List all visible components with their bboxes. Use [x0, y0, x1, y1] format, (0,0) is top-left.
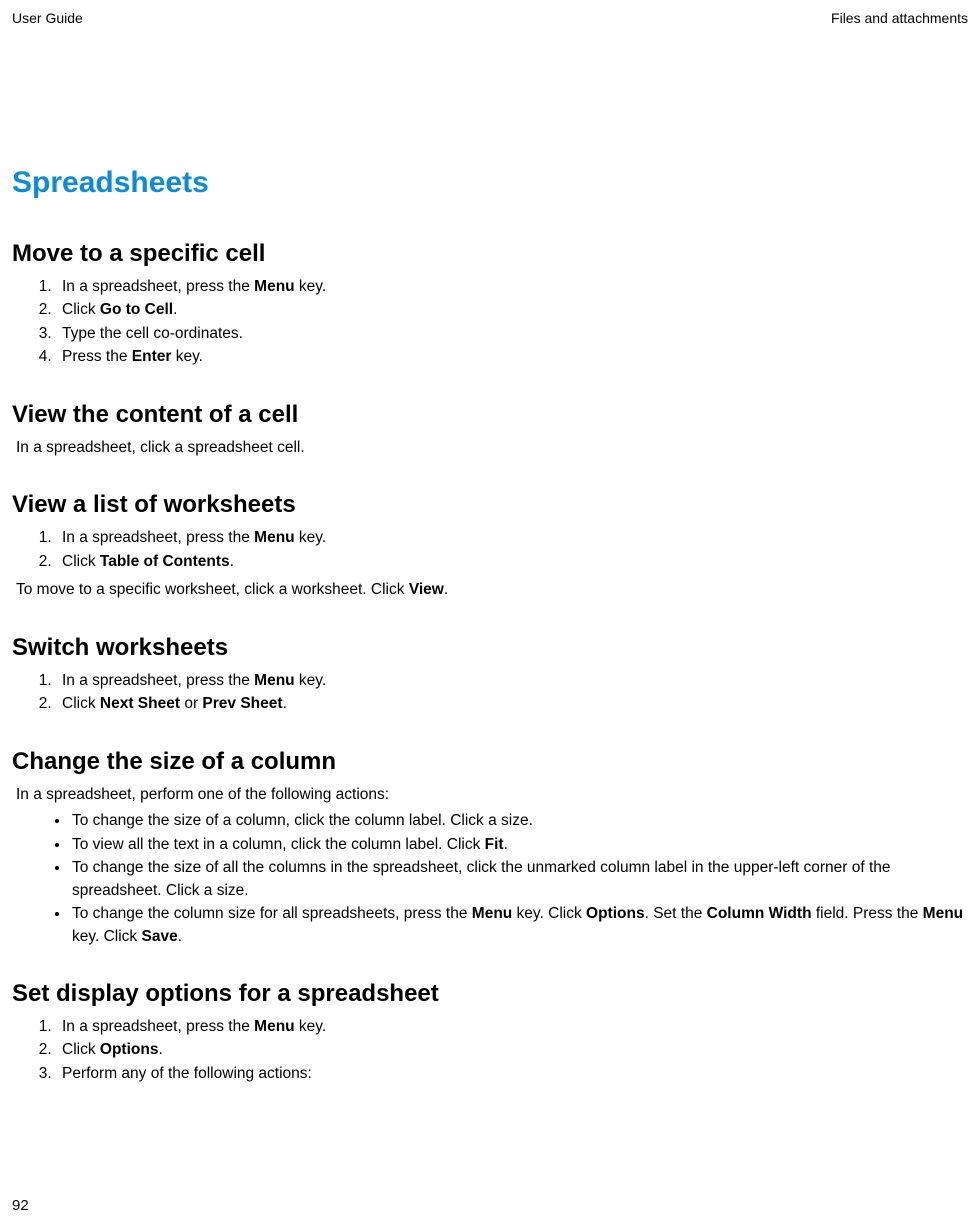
- page-header: User Guide Files and attachments: [0, 10, 974, 26]
- list-item: Click Options.: [56, 1039, 968, 1061]
- list-item: In a spreadsheet, press the Menu key.: [56, 1016, 968, 1038]
- subsection-title: View the content of a cell: [12, 401, 968, 429]
- subsection-title: Move to a specific cell: [12, 240, 968, 268]
- bold-text: Save: [141, 928, 177, 945]
- list-item: Click Table of Contents.: [56, 551, 968, 573]
- list-item: In a spreadsheet, press the Menu key.: [56, 527, 968, 549]
- subsection-title: View a list of worksheets: [12, 491, 968, 519]
- bold-text: Column Width: [707, 905, 812, 922]
- list-item: Perform any of the following actions:: [56, 1063, 968, 1085]
- paragraph: In a spreadsheet, perform one of the fol…: [16, 784, 968, 806]
- bold-text: Menu: [472, 905, 512, 922]
- bold-text: Menu: [254, 278, 294, 295]
- page-content: Spreadsheets Move to a specific cell In a…: [0, 26, 974, 1085]
- header-right: Files and attachments: [831, 10, 968, 26]
- bold-text: Menu: [923, 905, 963, 922]
- bold-text: Options: [100, 1041, 159, 1058]
- list-item: To change the size of all the columns in…: [70, 857, 968, 902]
- bold-text: Prev Sheet: [202, 695, 282, 712]
- bold-text: Next Sheet: [100, 695, 180, 712]
- bold-text: Options: [586, 905, 645, 922]
- ordered-list: In a spreadsheet, press the Menu key.Cli…: [12, 527, 968, 573]
- list-item: In a spreadsheet, press the Menu key.: [56, 670, 968, 692]
- bold-text: Menu: [254, 1018, 294, 1035]
- bold-text: Go to Cell: [100, 301, 173, 318]
- page: User Guide Files and attachments Spreads…: [0, 0, 974, 1228]
- list-item: In a spreadsheet, press the Menu key.: [56, 276, 968, 298]
- bulleted-list: To change the size of a column, click th…: [12, 810, 968, 948]
- page-number: 92: [12, 1197, 29, 1214]
- header-left: User Guide: [12, 10, 83, 26]
- list-item: To change the size of a column, click th…: [70, 810, 968, 832]
- bold-text: Enter: [132, 348, 172, 365]
- bold-text: View: [409, 581, 444, 598]
- bold-text: Menu: [254, 529, 294, 546]
- paragraph: In a spreadsheet, click a spreadsheet ce…: [16, 437, 968, 459]
- ordered-list: In a spreadsheet, press the Menu key.Cli…: [12, 1016, 968, 1085]
- paragraph: To move to a specific worksheet, click a…: [16, 579, 968, 601]
- ordered-list: In a spreadsheet, press the Menu key.Cli…: [12, 670, 968, 716]
- ordered-list: In a spreadsheet, press the Menu key.Cli…: [12, 276, 968, 369]
- list-item: Click Go to Cell.: [56, 299, 968, 321]
- page-title: Spreadsheets: [12, 166, 968, 200]
- subsection-title: Change the size of a column: [12, 748, 968, 776]
- list-item: Click Next Sheet or Prev Sheet.: [56, 693, 968, 715]
- bold-text: Table of Contents: [100, 553, 230, 570]
- subsection-title: Switch worksheets: [12, 634, 968, 662]
- list-item: To view all the text in a column, click …: [70, 834, 968, 856]
- bold-text: Menu: [254, 672, 294, 689]
- list-item: Press the Enter key.: [56, 346, 968, 368]
- list-item: Type the cell co-ordinates.: [56, 323, 968, 345]
- subsection-title: Set display options for a spreadsheet: [12, 980, 968, 1008]
- bold-text: Fit: [485, 836, 504, 853]
- list-item: To change the column size for all spread…: [70, 903, 968, 948]
